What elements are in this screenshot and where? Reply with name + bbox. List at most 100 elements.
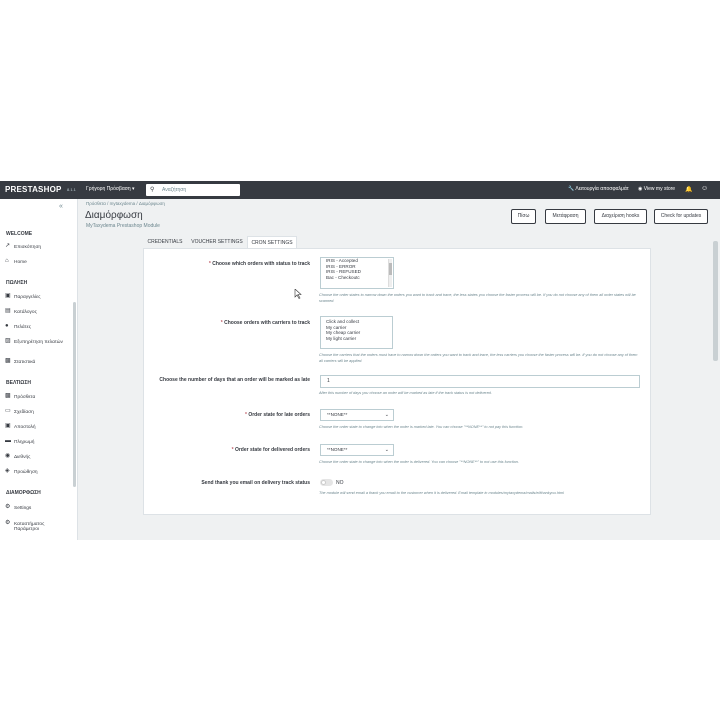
sidebar-section-improve: ΒΕΛΤΙΩΣΗ: [6, 380, 31, 386]
bell-icon[interactable]: 🔔: [685, 186, 692, 193]
sidebar-item-stats[interactable]: ▩ Στατιστικά: [5, 358, 75, 365]
delivered-state-field-label: * Order state for delivered orders: [231, 447, 310, 453]
globe-icon: ◉: [5, 453, 11, 459]
chevron-down-icon: ⌄: [384, 412, 389, 418]
sidebar-item-label: Σχεδίαση: [14, 409, 34, 415]
top-bar: PRESTASHOP 8.1.1 Γρήγορη Πρόσβαση ▾ ⚲ Αν…: [0, 181, 720, 199]
truck-icon: ▣: [5, 423, 11, 429]
collapse-icon[interactable]: «: [59, 203, 63, 210]
sidebar-item-label: Πρόσθετα: [14, 394, 36, 400]
sidebar-item-catalog[interactable]: ▤ Κατάλογος: [5, 308, 75, 315]
sidebar-item-home[interactable]: ⌂ Home: [5, 258, 75, 265]
search-input[interactable]: ⚲ Αναζήτηση: [146, 184, 240, 196]
status-list-scrollbar[interactable]: [388, 259, 392, 287]
view-store-link[interactable]: ◉ View my store: [638, 186, 675, 192]
sidebar-item-label: Εξυπηρέτηση πελατών: [14, 339, 63, 345]
search-icon: ⚲: [150, 187, 155, 193]
sidebar-item-label: Παραγγελίες: [14, 294, 41, 300]
carriers-multiselect[interactable]: Click and collect My carrier My cheap ca…: [320, 316, 393, 349]
trend-icon: ↗: [5, 243, 11, 249]
tab-cron-settings[interactable]: CRON SETTINGS: [247, 236, 297, 248]
mouse-cursor-icon: [294, 289, 302, 299]
email-field-label: Send thank you email on delivery track s…: [201, 480, 310, 486]
sidebar-section-welcome: WELCOME: [6, 231, 33, 237]
cart-icon: ▣: [5, 293, 11, 299]
promo-icon: ◈: [5, 468, 10, 474]
account-icon[interactable]: ☺: [701, 185, 708, 192]
sidebar-item-overview[interactable]: ↗ Επισκόπηση: [5, 243, 75, 250]
sidebar-item-customers[interactable]: ● Πελάτες: [5, 323, 75, 330]
back-button[interactable]: Πίσω: [511, 209, 536, 224]
check-updates-button[interactable]: Check for updates: [654, 209, 708, 224]
settings-icon: ⚙: [5, 504, 11, 510]
toggle-knob: [321, 480, 326, 485]
sidebar-section-config: ΔΙΑΜΟΡΦΩΣΗ: [6, 490, 41, 496]
sidebar-item-label: Στατιστικά: [14, 359, 36, 365]
status-multiselect[interactable]: IRIS - Accepted IRIS - ERROR IRIS - REFU…: [320, 257, 394, 289]
prestashop-logo[interactable]: PRESTASHOP: [5, 185, 62, 194]
sidebar: « WELCOME ↗ Επισκόπηση ⌂ Home ΠΩΛΗΣΗ ▣ Παρα…: [0, 199, 78, 540]
eye-icon: ◉: [638, 186, 643, 192]
breadcrumb[interactable]: Πρόσθετα / mytaxydema / Διαμόρφωση: [86, 201, 165, 206]
cron-settings-panel: * Choose which orders with status to tra…: [143, 248, 651, 515]
home-icon: ⌂: [5, 258, 9, 264]
screenshot-frame: PRESTASHOP 8.1.1 Γρήγορη Πρόσβαση ▾ ⚲ Αν…: [0, 181, 720, 540]
sidebar-item-label: Καταστήματος Παράμετροι: [14, 521, 45, 533]
chat-icon: ▨: [5, 338, 11, 344]
tab-voucher-settings[interactable]: VOUCHER SETTINGS: [189, 236, 245, 248]
delivered-state-value: **NONE**: [327, 447, 348, 452]
sidebar-item-label: Κατάλογος: [14, 309, 37, 315]
late-days-input[interactable]: 1: [320, 375, 640, 388]
sidebar-item-modules[interactable]: ▩ Πρόσθετα: [5, 393, 75, 400]
manage-hooks-button[interactable]: Διαχείριση hooks: [594, 209, 647, 224]
late-state-select[interactable]: **NONE** ⌄: [320, 409, 394, 421]
sidebar-item-orders[interactable]: ▣ Παραγγελίες: [5, 293, 75, 300]
sidebar-item-customer-service[interactable]: ▨ Εξυπηρέτηση πελατών: [5, 338, 75, 345]
sidebar-item-shop-parameters[interactable]: ⚙ Καταστήματος Παράμετροι: [5, 520, 75, 533]
puzzle-icon: ▩: [5, 393, 11, 399]
card-icon: ▬: [5, 438, 11, 444]
stats-icon: ▩: [5, 358, 11, 364]
sidebar-item-settings[interactable]: ⚙ Settings: [5, 504, 75, 511]
view-store-label: View my store: [643, 186, 676, 192]
sidebar-item-design[interactable]: ▭ Σχεδίαση: [5, 408, 75, 415]
customer-icon: ●: [5, 323, 9, 329]
quick-access-menu[interactable]: Γρήγορη Πρόσβαση ▾: [86, 186, 135, 192]
sidebar-item-label: Διεθνής: [14, 454, 31, 460]
page-subtitle: MyTaxydema Prestashop Module: [86, 223, 160, 229]
catalog-icon: ▤: [5, 308, 11, 314]
sidebar-item-label: Home: [14, 259, 27, 265]
sidebar-section-sell: ΠΩΛΗΣΗ: [6, 280, 28, 286]
main-scrollbar[interactable]: [713, 241, 718, 361]
sidebar-item-label: Προώθηση: [14, 469, 38, 475]
sidebar-item-promotion[interactable]: ◈ Προώθηση: [5, 468, 75, 475]
days-help-text: After this number of days you choose an …: [319, 391, 492, 395]
wrench-icon: 🔧: [568, 186, 575, 192]
sidebar-item-label: Επισκόπηση: [14, 244, 42, 250]
delivered-state-select[interactable]: **NONE** ⌄: [320, 444, 394, 456]
sidebar-item-international[interactable]: ◉ Διεθνής: [5, 453, 75, 460]
thank-you-email-toggle[interactable]: [320, 479, 333, 486]
carriers-label-text: Choose orders with carriers to track: [224, 320, 310, 326]
gear-icon: ⚙: [5, 520, 11, 526]
sidebar-item-label: Πελάτες: [14, 324, 32, 330]
sidebar-scrollbar[interactable]: [73, 302, 76, 487]
version-label: 8.1.1: [67, 187, 76, 192]
late-state-help-text: Choose the order state to change into wh…: [319, 425, 524, 429]
tab-credentials[interactable]: CREDENTIALS: [143, 236, 187, 248]
delivered-state-help-text: Choose the order state to change into wh…: [319, 460, 519, 464]
sidebar-item-payment[interactable]: ▬ Πληρωμή: [5, 438, 75, 445]
late-state-value: **NONE**: [327, 412, 348, 417]
delivered-label-text: Order state for delivered orders: [234, 447, 310, 453]
debug-mode-label: Λειτουργία αποσφαλμάτ: [575, 186, 629, 192]
late-state-field-label: * Order state for late orders: [244, 412, 310, 418]
sidebar-item-shipping[interactable]: ▣ Αποστολή: [5, 423, 75, 430]
status-option[interactable]: Bac - Checkoutc: [321, 275, 393, 281]
carrier-option[interactable]: My light carrier: [321, 336, 392, 342]
sidebar-item-label: Πληρωμή: [14, 439, 35, 445]
status-field-label: * Choose which orders with status to tra…: [208, 261, 310, 267]
late-label-text: Order state for late orders: [248, 412, 310, 418]
translate-button[interactable]: Μετάφραση: [545, 209, 586, 224]
carriers-help-text: Choose the carriers that the orders must…: [319, 353, 638, 363]
debug-mode-link[interactable]: 🔧 Λειτουργία αποσφαλμάτ: [568, 186, 629, 192]
